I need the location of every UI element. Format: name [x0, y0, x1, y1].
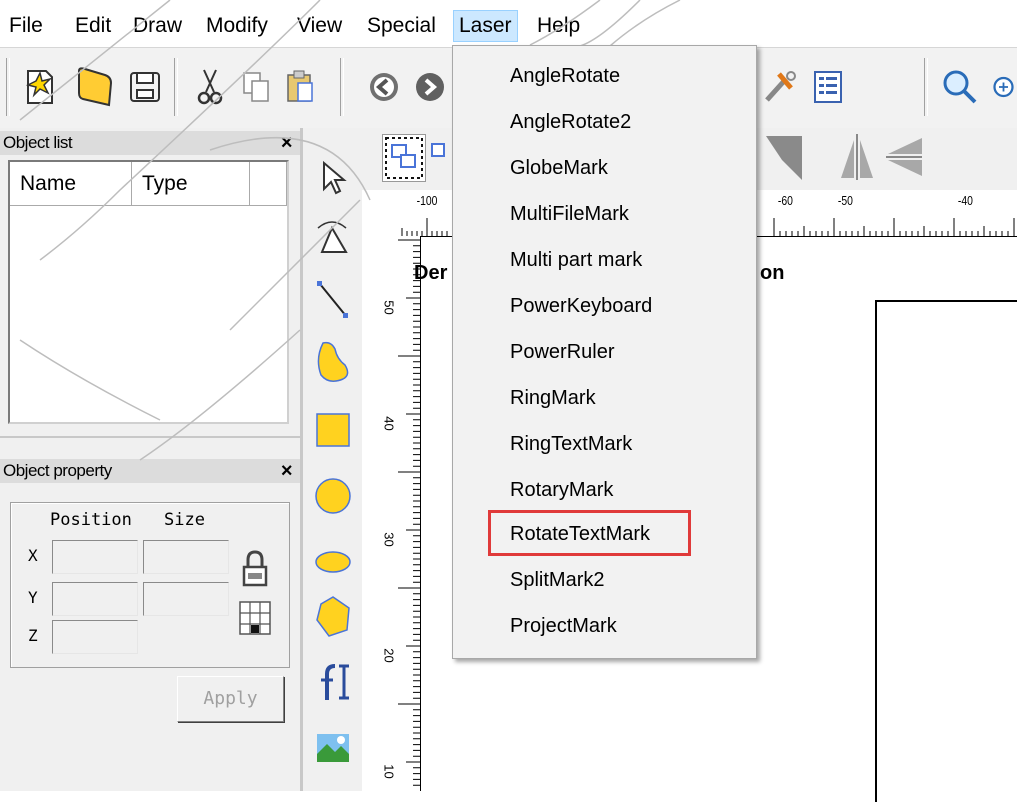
list-icon[interactable]	[808, 64, 848, 110]
v-ruler-label: 20	[381, 648, 397, 663]
menu-help[interactable]: Help	[532, 11, 585, 41]
panel-splitter[interactable]	[0, 436, 300, 438]
object-list-title-text: Object list	[3, 133, 73, 152]
y-label: Y	[28, 588, 38, 607]
highlight-box	[488, 510, 691, 556]
apply-button[interactable]: Apply	[177, 676, 284, 722]
zoom-icon[interactable]	[940, 64, 980, 110]
menu-special[interactable]: Special	[362, 11, 441, 41]
menu-item-multifilemark[interactable]: MultiFileMark	[510, 192, 629, 236]
close-icon[interactable]: ×	[281, 459, 293, 483]
work-area-boundary	[875, 300, 1017, 802]
x-label: X	[28, 546, 38, 565]
curve-tool-icon[interactable]	[309, 338, 357, 386]
menu-file[interactable]: File	[4, 11, 48, 41]
size-x-field[interactable]	[143, 540, 229, 574]
h-ruler-label: -100	[416, 193, 438, 208]
v-ruler-label: 30	[381, 532, 397, 547]
canvas-text-left: Der	[414, 262, 448, 284]
polygon-tool-icon[interactable]	[309, 592, 357, 640]
size-label: Size	[164, 510, 205, 530]
menu-item-ringmark[interactable]: RingMark	[510, 376, 596, 420]
open-folder-icon[interactable]	[75, 64, 115, 110]
tools-icon[interactable]	[760, 64, 800, 110]
h-ruler-label: -60	[777, 193, 793, 208]
zoom-in-icon[interactable]	[990, 64, 1017, 110]
toolbar-separator	[6, 58, 10, 116]
menu-edit[interactable]: Edit	[70, 11, 116, 41]
mirror-vertical-icon[interactable]	[884, 132, 924, 182]
column-header-type[interactable]: Type	[132, 162, 250, 206]
grid-anchor-icon[interactable]	[237, 598, 273, 638]
line-tool-icon[interactable]	[309, 276, 357, 324]
rectangle-tool-icon[interactable]	[309, 406, 357, 454]
canvas-text-right: on	[760, 262, 785, 284]
toolbar-separator	[174, 58, 178, 116]
group-select-icon[interactable]	[382, 134, 426, 182]
ellipse-tool-icon[interactable]	[309, 538, 357, 586]
menu-item-powerruler[interactable]: PowerRuler	[510, 330, 614, 374]
z-label: Z	[28, 626, 38, 645]
menu-item-projectmark[interactable]: ProjectMark	[510, 604, 617, 648]
undo-icon[interactable]	[364, 64, 404, 110]
column-header-name[interactable]: Name	[10, 162, 132, 206]
cut-icon[interactable]	[190, 64, 230, 110]
palette-border	[301, 128, 303, 791]
ungroup-icon[interactable]	[430, 136, 452, 176]
circle-tool-icon[interactable]	[309, 472, 357, 520]
position-y-field[interactable]	[52, 582, 138, 616]
menu-item-ringtextmark[interactable]: RingTextMark	[510, 422, 632, 466]
menu-item-anglerotate[interactable]: AngleRotate	[510, 54, 620, 98]
menu-bar: File Edit Draw Modify View Special Laser…	[0, 0, 1017, 46]
ruler-corner	[362, 236, 380, 791]
lock-icon[interactable]	[237, 548, 273, 590]
laser-menu-dropdown: AngleRotate AngleRotate2 GlobeMark Multi…	[452, 45, 757, 659]
menu-item-powerkeyboard[interactable]: PowerKeyboard	[510, 284, 652, 328]
h-ruler-label: -50	[837, 193, 853, 208]
paste-icon[interactable]	[280, 64, 320, 110]
draw-tool-palette	[300, 128, 363, 791]
object-list-view[interactable]: Name Type	[8, 160, 289, 424]
position-x-field[interactable]	[52, 540, 138, 574]
v-ruler-label: 50	[381, 300, 397, 315]
arrange-icon[interactable]	[762, 132, 812, 182]
menu-modify[interactable]: Modify	[201, 11, 273, 41]
new-file-icon[interactable]	[20, 64, 60, 110]
select-arrow-icon[interactable]	[309, 154, 357, 202]
save-icon[interactable]	[125, 64, 165, 110]
menu-item-anglerotate2[interactable]: AngleRotate2	[510, 100, 631, 144]
toolbar-separator	[924, 58, 928, 116]
close-icon[interactable]: ×	[281, 131, 293, 155]
position-label: Position	[50, 510, 132, 530]
column-header-empty[interactable]	[250, 162, 287, 206]
menu-draw[interactable]: Draw	[128, 11, 187, 41]
vertical-ruler: 50 40 30 20 10	[380, 236, 421, 791]
v-ruler-label: 10	[381, 764, 397, 779]
menu-item-splitmark2[interactable]: SplitMark2	[510, 558, 604, 602]
object-property-title: Object property ×	[0, 459, 300, 483]
menu-item-rotarymark[interactable]: RotaryMark	[510, 468, 613, 512]
redo-icon[interactable]	[410, 64, 450, 110]
text-tool-icon[interactable]	[309, 658, 357, 706]
size-y-field[interactable]	[143, 582, 229, 616]
h-ruler-label: -40	[957, 193, 973, 208]
copy-icon[interactable]	[236, 64, 276, 110]
mirror-horizontal-icon[interactable]	[837, 132, 877, 182]
node-edit-icon[interactable]	[309, 214, 357, 262]
menu-item-multi-part-mark[interactable]: Multi part mark	[510, 238, 642, 282]
menu-laser[interactable]: Laser	[453, 10, 518, 42]
menu-view[interactable]: View	[292, 11, 347, 41]
position-z-field[interactable]	[52, 620, 138, 654]
object-property-title-text: Object property	[3, 461, 112, 480]
object-list-title: Object list ×	[0, 131, 300, 155]
menu-item-globemark[interactable]: GlobeMark	[510, 146, 608, 190]
v-ruler-label: 40	[381, 416, 397, 431]
bitmap-tool-icon[interactable]	[309, 724, 357, 772]
toolbar-separator	[340, 58, 344, 116]
